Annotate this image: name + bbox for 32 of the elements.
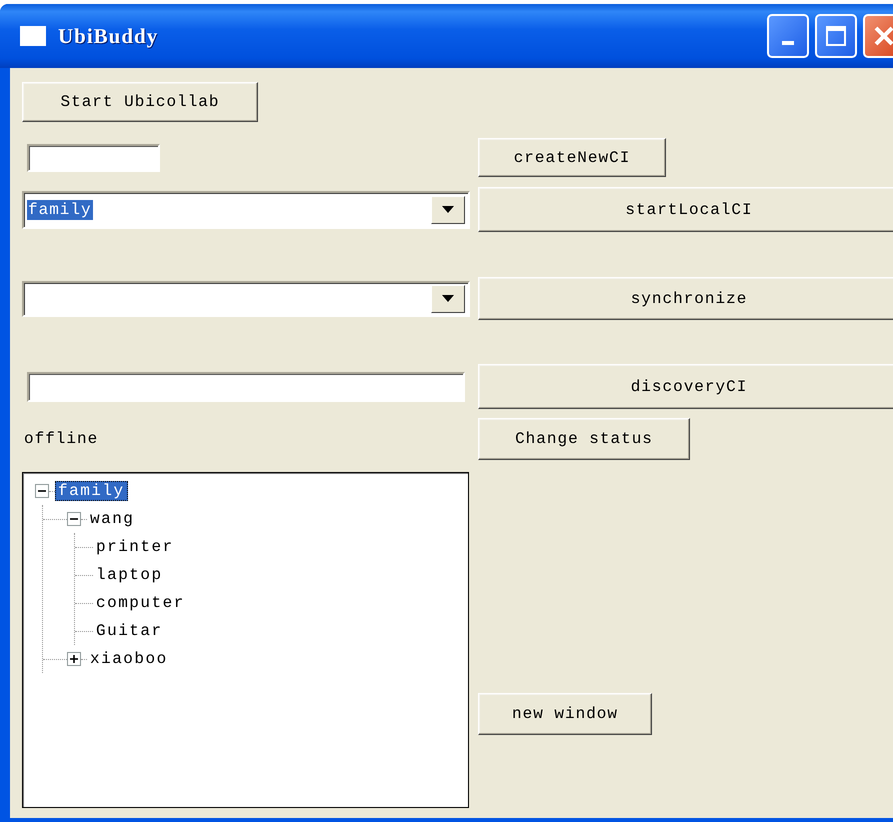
start-local-button[interactable]: startLocalCI [478,187,893,232]
app-icon [20,26,46,46]
close-icon [873,25,893,47]
tree-item[interactable]: Guitar [93,621,166,641]
dropdown-field[interactable]: family [22,190,470,228]
dropdown-arrow-icon [442,294,454,302]
input-field[interactable] [27,372,465,402]
dropdown-field[interactable] [22,280,470,316]
tree-item[interactable]: printer [93,537,177,557]
discovery-button[interactable]: discoveryCI [478,364,893,409]
status-label: offline [24,430,98,448]
tree-item[interactable]: computer [93,593,188,613]
create-button[interactable]: createNewCI [478,138,666,177]
maximize-button[interactable] [815,14,857,58]
tree-item[interactable]: wang [87,509,138,529]
tree-item[interactable]: xiaoboo [87,649,171,669]
close-button[interactable] [863,14,893,58]
new-window-button[interactable]: new window [478,693,652,735]
maximize-icon [825,25,847,47]
dropdown-arrow-icon [442,206,454,214]
window-title: UbiBuddy [58,24,158,48]
tree-item[interactable]: family [55,481,128,501]
input-field[interactable] [27,144,160,172]
start-button[interactable]: Start Ubicollab [22,82,258,122]
minimize-icon [782,41,794,45]
minimize-button[interactable] [767,14,809,58]
collapse-icon[interactable] [35,484,49,498]
collapse-icon[interactable] [67,512,81,526]
change-status-button[interactable]: Change status [478,418,690,460]
synchronize-button[interactable]: synchronize [478,277,893,320]
tree-item[interactable]: laptop [93,565,166,585]
expand-icon[interactable] [67,652,81,666]
